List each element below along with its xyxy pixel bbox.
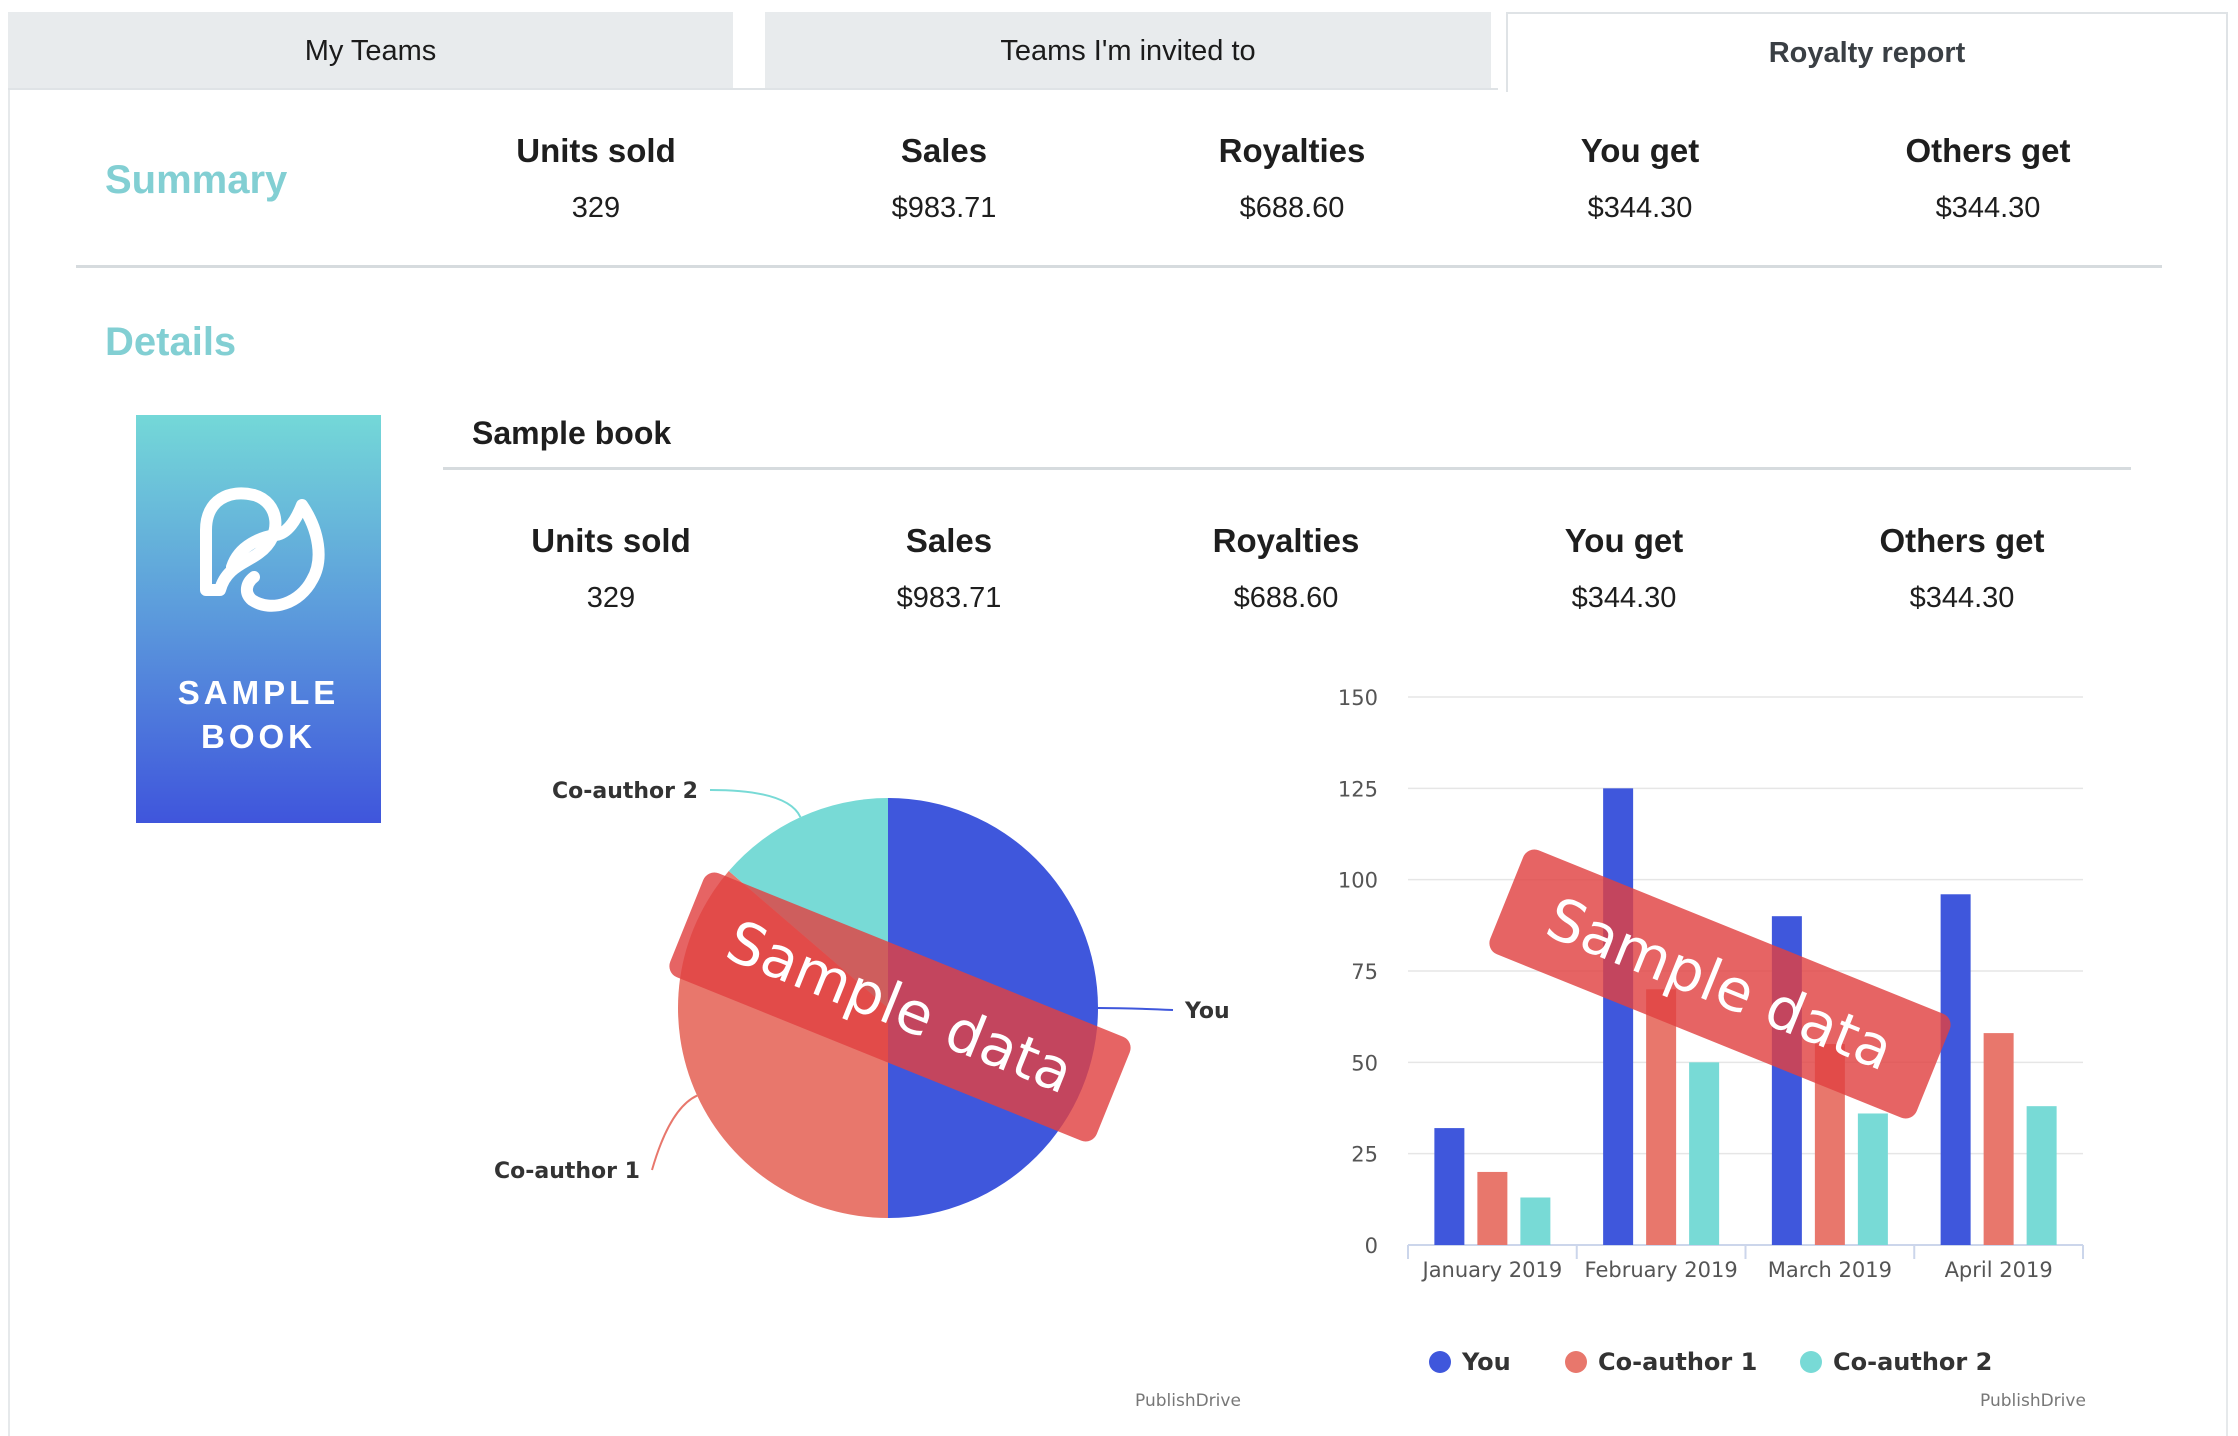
y-tick-label: 25 [1351, 1143, 1378, 1167]
stat-value: $688.60 [1233, 582, 1339, 614]
x-tick-label: February 2019 [1585, 1258, 1738, 1282]
tab-bar: My Teams Teams I'm invited to Royalty re… [8, 12, 2228, 92]
y-tick-label: 150 [1338, 686, 1378, 710]
summary-stat-royalties: Royalties $688.60 [1142, 132, 1442, 225]
stat-label: Others get [1905, 132, 2071, 169]
stat-label: You get [1564, 522, 1684, 559]
bar-co-author-1[interactable] [1646, 989, 1677, 1245]
pie-connector [651, 1094, 698, 1171]
bar-co-author-1[interactable] [1477, 1171, 1508, 1245]
legend-item[interactable]: Co-author 1 [1598, 1348, 1757, 1376]
stat-label: Others get [1879, 522, 2045, 559]
pie-connector [709, 788, 802, 818]
bar-co-author-2[interactable] [2026, 1106, 2057, 1245]
pie-label: You [1184, 999, 1230, 1024]
y-tick-label: 100 [1338, 869, 1378, 893]
book-stat-others-get: Others get $344.30 [1812, 522, 2112, 615]
stat-label: Royalties [1218, 132, 1366, 169]
stat-value: 329 [586, 582, 636, 614]
bar-co-author-2[interactable] [1689, 1062, 1720, 1245]
legend-item[interactable]: Co-author 2 [1833, 1348, 1992, 1376]
y-tick-label: 50 [1351, 1051, 1378, 1075]
legend-marker [1800, 1351, 1822, 1373]
bar-credit: PublishDrive [1980, 1391, 2086, 1411]
tab-my-teams[interactable]: My Teams [8, 12, 733, 90]
cover-title-line2: BOOK [201, 718, 316, 755]
stat-value: $344.30 [1935, 192, 2041, 224]
pie-label: Co-author 1 [494, 1159, 640, 1184]
stat-label: You get [1580, 132, 1700, 169]
legend-item[interactable]: You [1461, 1348, 1511, 1376]
stat-value: $983.71 [896, 582, 1002, 614]
book-stat-units: Units sold 329 [461, 522, 761, 615]
bar-co-author-2[interactable] [1857, 1113, 1888, 1245]
x-tick-label: April 2019 [1945, 1258, 2053, 1282]
book-cover[interactable]: SAMPLE BOOK [136, 415, 381, 823]
summary-stat-others-get: Others get $344.30 [1838, 132, 2138, 225]
bar-co-author-1[interactable] [1983, 1033, 2014, 1245]
legend-marker [1429, 1351, 1451, 1373]
tab-teams-invited[interactable]: Teams I'm invited to [765, 12, 1491, 90]
stat-label: Sales [900, 132, 988, 169]
book-stat-royalties: Royalties $688.60 [1136, 522, 1436, 615]
summary-stat-you-get: You get $344.30 [1490, 132, 1790, 225]
publishdrive-logo-icon [200, 487, 325, 612]
bar-you[interactable] [1603, 788, 1634, 1245]
stat-value: $983.71 [891, 192, 997, 224]
stat-label: Units sold [531, 522, 691, 559]
tab-royalty-report[interactable]: Royalty report [1506, 12, 2228, 92]
summary-heading: Summary [105, 158, 288, 202]
summary-divider [76, 265, 2162, 268]
x-tick-label: January 2019 [1421, 1258, 1563, 1282]
stat-value: 329 [571, 192, 621, 224]
stat-label: Sales [905, 522, 993, 559]
pie-label: Co-author 2 [552, 779, 698, 804]
bar-you[interactable] [1940, 894, 1971, 1245]
book-stat-sales: Sales $983.71 [799, 522, 1099, 615]
bar-co-author-2[interactable] [1520, 1197, 1551, 1245]
summary-stat-units: Units sold 329 [446, 132, 746, 225]
legend-marker [1565, 1351, 1587, 1373]
book-divider [443, 467, 2131, 470]
stat-value: $344.30 [1571, 582, 1677, 614]
bar-you[interactable] [1434, 1128, 1465, 1245]
pie-credit: PublishDrive [1135, 1391, 1241, 1411]
stat-label: Royalties [1212, 522, 1360, 559]
pie-connector [1097, 1007, 1174, 1011]
stat-label: Units sold [516, 132, 676, 169]
stat-value: $344.30 [1909, 582, 2015, 614]
x-tick-label: March 2019 [1768, 1258, 1892, 1282]
cover-title-line1: SAMPLE [177, 674, 340, 711]
stat-value: $688.60 [1239, 192, 1345, 224]
stat-value: $344.30 [1587, 192, 1693, 224]
royalty-split-pie-chart: You Co-author 1 Co-author 2 [494, 779, 1230, 1218]
y-tick-label: 0 [1365, 1234, 1378, 1258]
y-tick-label: 125 [1338, 777, 1378, 801]
details-heading: Details [105, 320, 237, 364]
summary-stat-sales: Sales $983.71 [794, 132, 1094, 225]
y-tick-label: 75 [1351, 960, 1378, 984]
book-stat-you-get: You get $344.30 [1474, 522, 1774, 615]
book-title: Sample book [472, 415, 672, 451]
